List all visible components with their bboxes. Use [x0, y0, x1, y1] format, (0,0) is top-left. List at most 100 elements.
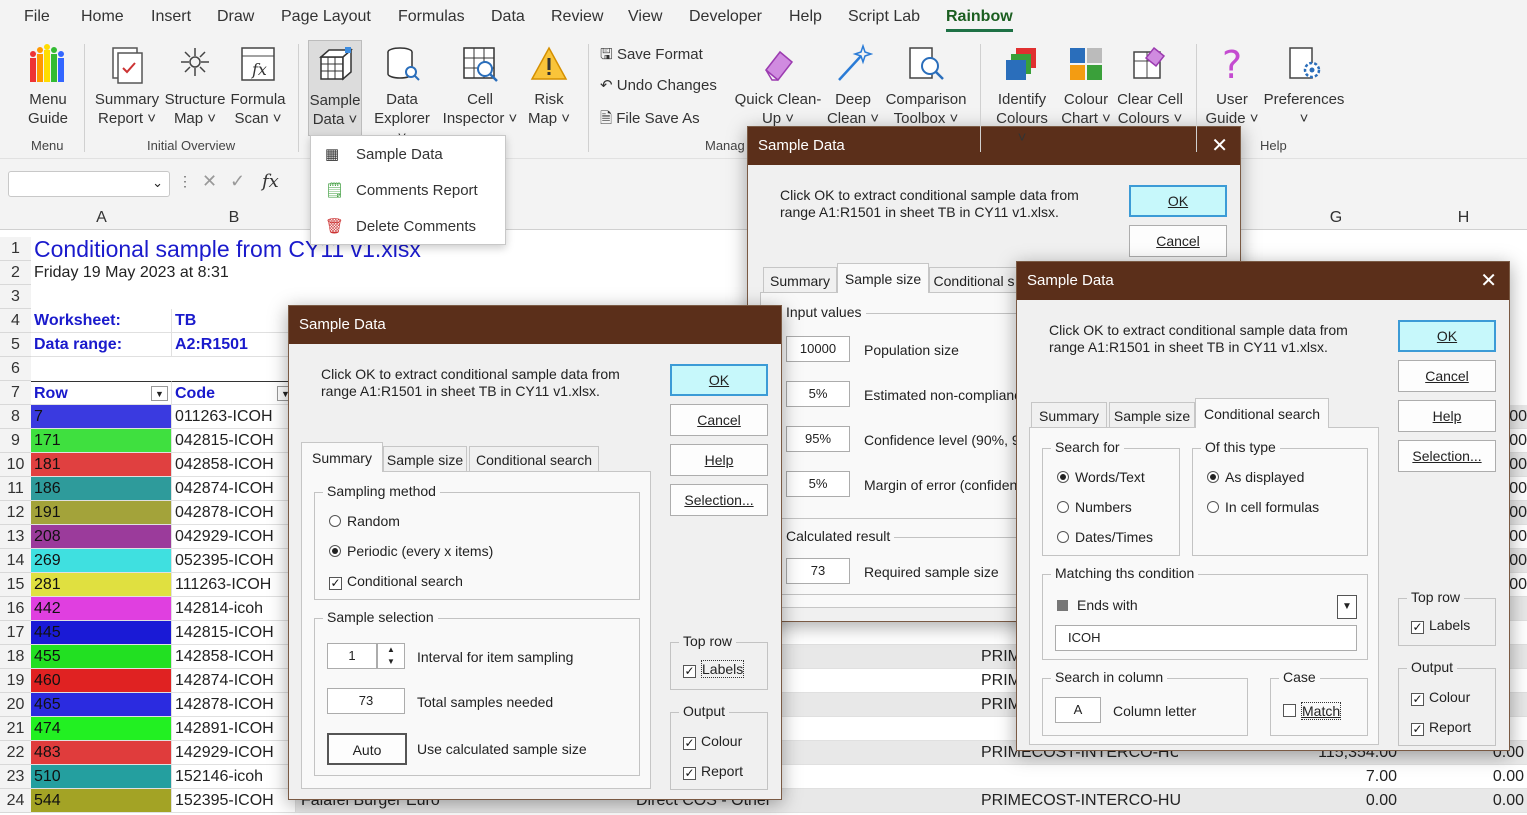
- row-header[interactable]: 6: [0, 357, 31, 381]
- row-number-cell[interactable]: 7: [31, 405, 172, 429]
- menu-file[interactable]: File: [24, 8, 50, 26]
- menu-guide-button[interactable]: Menu Guide: [20, 44, 76, 128]
- ok-button[interactable]: OK: [1129, 185, 1227, 217]
- words-text-radio[interactable]: Words/Text: [1057, 469, 1145, 485]
- code-cell[interactable]: 042929-ICOH: [172, 525, 296, 549]
- close-icon[interactable]: ✕: [1480, 262, 1497, 300]
- margin-of-error-field[interactable]: 5%: [786, 471, 850, 497]
- name-box[interactable]: ⌄: [8, 171, 170, 197]
- close-icon[interactable]: ✕: [1211, 127, 1228, 165]
- dropdown-item-sample-data[interactable]: ▦ Sample Data: [311, 138, 505, 172]
- in-cell-formulas-radio[interactable]: In cell formulas: [1207, 499, 1319, 515]
- code-cell[interactable]: 011263-ICOH: [172, 405, 296, 429]
- code-cell[interactable]: 142874-ICOH: [172, 669, 296, 693]
- noncompliance-field[interactable]: 5%: [786, 381, 850, 407]
- row-number-cell[interactable]: 191: [31, 501, 172, 525]
- menu-help[interactable]: Help: [789, 8, 822, 26]
- row-header[interactable]: 5: [0, 333, 31, 357]
- conditional-search-checkbox[interactable]: ✓ Conditional search: [329, 573, 463, 590]
- filter-dropdown-icon[interactable]: ▼: [151, 386, 168, 401]
- spin-up-icon[interactable]: ▲: [378, 644, 404, 656]
- dates-times-radio[interactable]: Dates/Times: [1057, 529, 1153, 545]
- row-header[interactable]: 12: [0, 501, 31, 525]
- labels-checkbox[interactable]: ✓ Labels: [683, 660, 745, 678]
- code-cell[interactable]: 042874-ICOH: [172, 477, 296, 501]
- row-number-cell[interactable]: 442: [31, 597, 172, 621]
- spin-down-icon[interactable]: ▼: [378, 656, 404, 668]
- tab-sample-size[interactable]: Sample size: [1109, 402, 1195, 428]
- dropdown-item-comments-report[interactable]: 🗒 Comments Report: [311, 174, 505, 208]
- cell-inspector-button[interactable]: Cell Inspector ˅: [440, 44, 520, 128]
- file-save-as-button[interactable]: 🗎 File Save As: [600, 108, 700, 133]
- interval-field[interactable]: 1: [327, 643, 377, 669]
- menu-draw[interactable]: Draw: [217, 8, 254, 26]
- tab-conditional-search[interactable]: Conditional s: [929, 267, 1019, 293]
- row-header[interactable]: 8: [0, 405, 31, 429]
- risk-map-button[interactable]: Risk Map ˅: [522, 44, 576, 128]
- report-checkbox[interactable]: ✓ Report: [683, 763, 743, 780]
- menu-data[interactable]: Data: [491, 8, 525, 26]
- auto-button[interactable]: Auto: [327, 733, 407, 765]
- cancel-button[interactable]: Cancel: [670, 404, 768, 436]
- save-format-button[interactable]: 🖫 Save Format: [600, 44, 703, 69]
- code-cell[interactable]: 152395-ICOH: [172, 789, 296, 813]
- colour-chart-button[interactable]: Colour Chart ˅: [1058, 44, 1114, 128]
- code-cell[interactable]: 042858-ICOH: [172, 453, 296, 477]
- preferences-button[interactable]: Preferences ˅: [1262, 44, 1346, 128]
- cell-h24[interactable]: 0.00: [1400, 789, 1524, 813]
- confirm-entry-icon[interactable]: ✓: [230, 171, 245, 192]
- code-cell[interactable]: 142878-ICOH: [172, 693, 296, 717]
- user-guide-button[interactable]: ? User Guide ˅: [1204, 43, 1260, 128]
- code-cell[interactable]: 142929-ICOH: [172, 741, 296, 765]
- structure-map-button[interactable]: Structure Map ˅: [164, 44, 226, 128]
- tab-summary[interactable]: Summary: [763, 267, 837, 293]
- tab-summary[interactable]: Summary: [301, 442, 383, 472]
- identify-colours-button[interactable]: Identify Colours ˅: [990, 44, 1054, 147]
- menu-view[interactable]: View: [628, 8, 662, 26]
- fx-icon[interactable]: fx: [262, 171, 279, 192]
- column-letter-field[interactable]: A: [1055, 697, 1101, 723]
- row-header[interactable]: 23: [0, 765, 31, 789]
- cancel-button[interactable]: Cancel: [1398, 360, 1496, 392]
- undo-changes-button[interactable]: ↶ Undo Changes: [600, 76, 717, 94]
- colour-checkbox[interactable]: ✓ Colour: [683, 733, 742, 750]
- sample-data-button[interactable]: Sample Data ˅: [308, 40, 362, 136]
- clear-cell-colours-button[interactable]: Clear Cell Colours ˅: [1116, 44, 1184, 128]
- menu-page-layout[interactable]: Page Layout: [281, 8, 371, 26]
- deep-clean-button[interactable]: Deep Clean ˅: [826, 43, 880, 128]
- row-number-cell[interactable]: 281: [31, 573, 172, 597]
- code-cell[interactable]: 042815-ICOH: [172, 429, 296, 453]
- row-header[interactable]: 9: [0, 429, 31, 453]
- labels-checkbox[interactable]: ✓ Labels: [1411, 617, 1470, 634]
- summary-report-button[interactable]: Summary Report ˅: [94, 44, 160, 128]
- row-number-cell[interactable]: 445: [31, 621, 172, 645]
- chevron-down-icon[interactable]: ▼: [1337, 595, 1357, 619]
- row-header[interactable]: 15: [0, 573, 31, 597]
- code-cell[interactable]: 042878-ICOH: [172, 501, 296, 525]
- quick-cleanup-button[interactable]: Quick Clean- Up ˅: [734, 44, 822, 128]
- cell-g24[interactable]: 0.00: [1272, 789, 1397, 813]
- row-number-cell[interactable]: 455: [31, 645, 172, 669]
- selection-button[interactable]: Selection...: [1398, 440, 1496, 472]
- formula-scan-button[interactable]: fx Formula Scan ˅: [228, 44, 288, 128]
- cell-h23[interactable]: 0.00: [1400, 765, 1524, 789]
- as-displayed-radio[interactable]: As displayed: [1207, 469, 1304, 485]
- row-header[interactable]: 2: [0, 261, 31, 285]
- row-header[interactable]: 16: [0, 597, 31, 621]
- row-header[interactable]: 4: [0, 309, 31, 333]
- row-header[interactable]: 1: [0, 237, 31, 261]
- column-header-b[interactable]: B: [172, 209, 296, 227]
- random-radio[interactable]: Random: [329, 513, 400, 529]
- condition-value-field[interactable]: ICOH: [1055, 625, 1357, 651]
- row-header[interactable]: 20: [0, 693, 31, 717]
- row-header[interactable]: 21: [0, 717, 31, 741]
- selection-button[interactable]: Selection...: [670, 484, 768, 516]
- cell-f24[interactable]: PRIMECOST-INTERCO-HU: [978, 789, 1268, 813]
- row-number-cell[interactable]: 460: [31, 669, 172, 693]
- interval-spinner[interactable]: ▲ ▼: [377, 643, 405, 669]
- cancel-entry-icon[interactable]: ✕: [202, 171, 217, 192]
- row-header[interactable]: 18: [0, 645, 31, 669]
- tab-sample-size[interactable]: Sample size: [837, 263, 929, 293]
- code-cell[interactable]: 142891-ICOH: [172, 717, 296, 741]
- tab-conditional-search[interactable]: Conditional search: [469, 446, 599, 472]
